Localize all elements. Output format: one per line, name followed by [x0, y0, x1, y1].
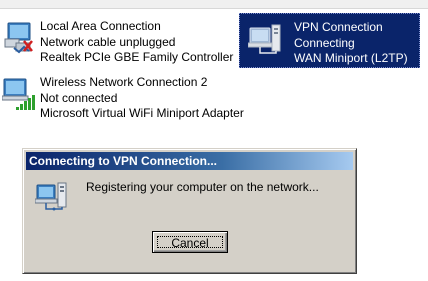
connection-status: Network cable unplugged: [40, 34, 176, 49]
wired-network-disconnected-icon: [2, 21, 36, 55]
connection-name: Wireless Network Connection 2: [40, 75, 208, 89]
connection-item-local-area[interactable]: Local Area Connection Network cable unpl…: [2, 19, 233, 66]
dialog-title: Connecting to VPN Connection...: [29, 154, 217, 168]
cancel-button-label: Cancel: [171, 236, 209, 250]
network-connections-window: Local Area Connection Network cable unpl…: [0, 0, 428, 281]
connection-item-wireless-2[interactable]: Wireless Network Connection 2 Not connec…: [1, 75, 244, 121]
connection-details: Local Area Connection Network cable unpl…: [40, 19, 233, 66]
dialog-titlebar[interactable]: Connecting to VPN Connection...: [26, 152, 353, 170]
connection-device: Realtek PCIe GBE Family Controller: [40, 50, 234, 64]
vpn-network-icon: [247, 22, 282, 56]
dialog-message: Registering your computer on the network…: [86, 180, 319, 194]
network-connecting-icon: [34, 179, 69, 213]
connecting-dialog: Connecting to VPN Connection... Register…: [22, 148, 357, 274]
connection-name: VPN Connection: [294, 20, 383, 34]
connection-item-vpn[interactable]: VPN Connection Connecting WAN Miniport (…: [239, 13, 420, 68]
connection-status: Not connected: [40, 90, 118, 105]
connection-details: Wireless Network Connection 2 Not connec…: [40, 75, 244, 122]
connection-name: Local Area Connection: [40, 19, 161, 33]
connection-device: WAN Miniport (L2TP): [294, 51, 408, 65]
cancel-button[interactable]: Cancel: [152, 231, 228, 253]
connection-device: Microsoft Virtual WiFi Miniport Adapter: [40, 106, 244, 120]
wireless-network-icon: [1, 77, 36, 111]
connection-status: Connecting: [294, 35, 355, 50]
toolbar-divider: [0, 8, 428, 9]
connection-details: VPN Connection Connecting WAN Miniport (…: [294, 20, 408, 67]
